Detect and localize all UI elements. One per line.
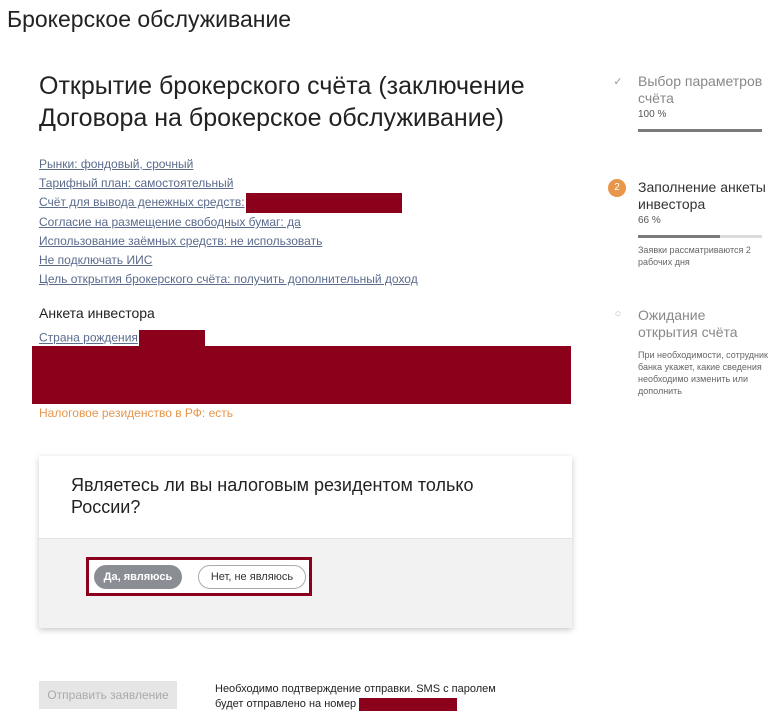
param-withdraw-account[interactable]: Счёт для вывода денежных средств: [39, 193, 418, 213]
step-2-progress-fill [638, 235, 720, 238]
param-borrowed-funds[interactable]: Использование заёмных средств: не исполь… [39, 232, 418, 251]
step-2-title: Заполнение анкеты инвестора [638, 179, 766, 212]
country-label: Страна рождения [39, 330, 138, 345]
circle-icon: ○ [614, 308, 622, 320]
country-of-birth[interactable]: Страна рождения [39, 330, 205, 347]
yes-button[interactable]: Да, являюсь [94, 565, 182, 589]
check-icon: ✓ [613, 76, 623, 88]
step-1-progress-bar [638, 129, 762, 132]
params-list: Рынки: фондовый, срочный Тарифный план: … [39, 155, 418, 289]
question-text: Являетесь ли вы налоговым резидентом тол… [71, 475, 474, 517]
param-securities-consent[interactable]: Согласие на размещение свободных бумаг: … [39, 213, 418, 232]
param-withdraw-label: Счёт для вывода денежных средств: [39, 195, 245, 210]
step-2-percent: 66 % [638, 215, 661, 226]
page-title: Брокерское обслуживание [7, 6, 292, 32]
questionnaire-title: Анкета инвестора [39, 305, 155, 321]
submit-button[interactable]: Отправить заявление [39, 681, 177, 709]
param-markets[interactable]: Рынки: фондовый, срочный [39, 155, 418, 174]
param-goal[interactable]: Цель открытия брокерского счёта: получит… [39, 270, 418, 289]
step-1-progress-fill [638, 129, 762, 132]
main-heading: Открытие брокерского счёта (заключение Д… [39, 72, 525, 132]
step-2: 2 Заполнение анкеты инвестора 66 % Заявк… [608, 179, 768, 307]
param-iis[interactable]: Не подключать ИИС [39, 251, 418, 270]
redacted-country [138, 330, 205, 347]
step-number-badge: 2 [608, 179, 626, 197]
progress-steps: ✓ Выбор параметров счёта 100 % 2 Заполне… [608, 73, 768, 397]
no-button[interactable]: Нет, не являюсь [198, 565, 306, 589]
step-2-progress-bar [638, 235, 762, 238]
step-3-title: Ожидание открытия счёта [638, 307, 738, 340]
redacted-account [245, 193, 402, 213]
answer-area: Да, являюсь Нет, не являюсь [39, 538, 572, 628]
main-content: Открытие брокерского счёта (заключение Д… [39, 70, 579, 134]
tax-residency: Налоговое резиденство в РФ: есть [39, 406, 233, 420]
step-3-note: При необходимости, сотрудник банка укаже… [638, 350, 768, 396]
redacted-phone [359, 697, 458, 711]
redacted-block [32, 346, 571, 404]
answer-choices: Да, являюсь Нет, не являюсь [86, 557, 312, 596]
step-1-percent: 100 % [638, 109, 667, 120]
step-2-note: Заявки рассматриваются 2 рабочих дня [638, 245, 751, 267]
step-3: ○ Ожидание открытия счёта При необходимо… [608, 307, 768, 397]
sms-note: Необходимо подтверждение отправки. SMS с… [215, 682, 515, 712]
step-1-title: Выбор параметров счёта [638, 73, 763, 106]
question-card: Являетесь ли вы налоговым резидентом тол… [39, 456, 572, 628]
step-1: ✓ Выбор параметров счёта 100 % [608, 73, 768, 179]
param-tariff[interactable]: Тарифный план: самостоятельный [39, 174, 418, 193]
